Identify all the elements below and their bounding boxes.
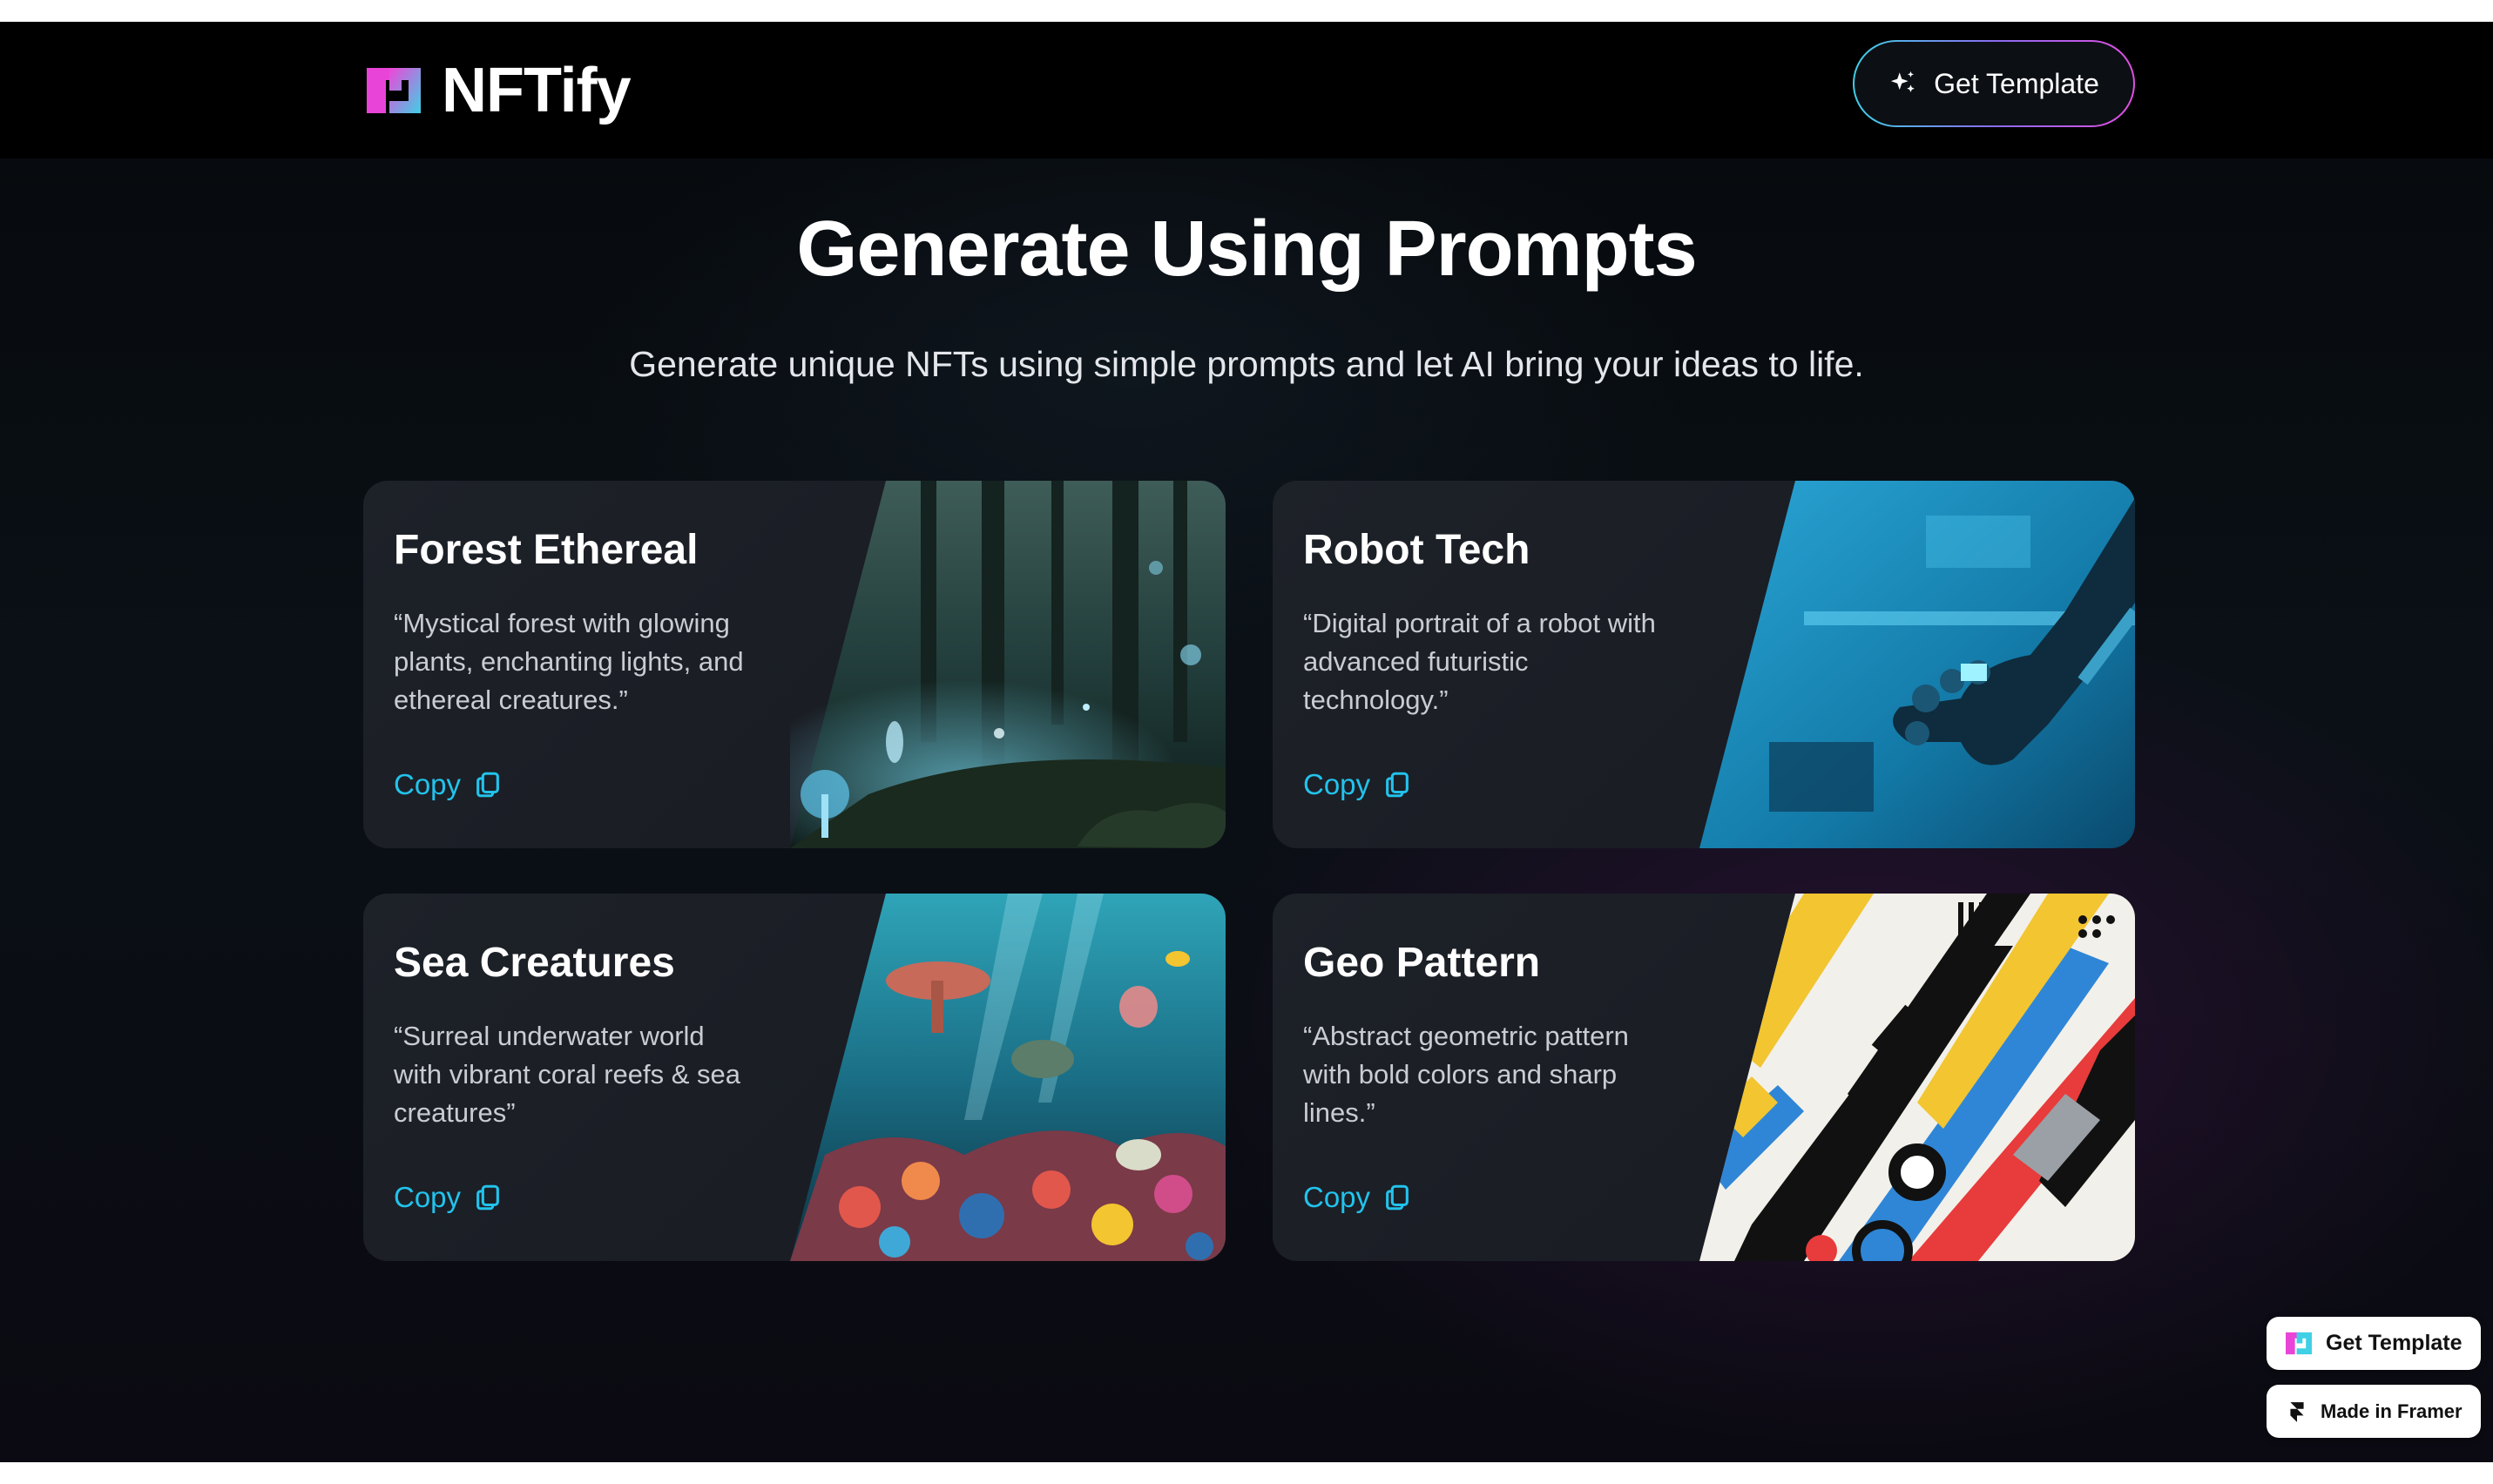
sea-artwork-image: [790, 894, 1226, 1261]
get-template-badge[interactable]: Get Template: [2267, 1317, 2481, 1370]
copy-button[interactable]: Copy: [394, 768, 503, 801]
copy-button[interactable]: Copy: [394, 1181, 503, 1214]
card-description: “Surreal underwater world with vibrant c…: [394, 1021, 741, 1128]
page: NFTify Get Template Generate Using Promp…: [0, 22, 2493, 1462]
sparkle-icon: [1890, 71, 1915, 92]
nftify-logo-icon: [367, 68, 421, 113]
robot-artwork-image: [1699, 481, 2135, 848]
copy-label: Copy: [394, 1181, 462, 1213]
card-title: Robot Tech: [1303, 527, 1530, 573]
card-description: “Mystical forest with glowing plants, en…: [394, 608, 744, 715]
copy-button[interactable]: Copy: [1303, 1181, 1412, 1214]
card-description: “Abstract geometric pattern with bold co…: [1303, 1021, 1629, 1128]
card-title: Forest Ethereal: [394, 527, 699, 573]
copy-label: Copy: [1303, 768, 1371, 800]
get-template-label: Get Template: [1934, 67, 2099, 99]
made-in-framer-badge[interactable]: Made in Framer: [2267, 1385, 2481, 1438]
copy-icon: [476, 1184, 499, 1211]
prompt-card-robot: Robot Tech “Digital portrait of a robot …: [1273, 481, 2135, 848]
brand-logo[interactable]: NFTify: [363, 53, 632, 128]
geo-pattern-artwork-image: [1699, 894, 2135, 1261]
page-subtitle: Generate unique NFTs using simple prompt…: [629, 344, 1864, 384]
page-title: Generate Using Prompts: [796, 206, 1697, 293]
card-description: “Digital portrait of a robot with advanc…: [1303, 608, 1656, 715]
prompt-card-forest: Forest Ethereal “Mystical forest with gl…: [363, 481, 1226, 848]
copy-icon: [1386, 1184, 1409, 1211]
forest-artwork-image: [790, 481, 1226, 848]
card-title: Sea Creatures: [394, 940, 675, 986]
copy-button[interactable]: Copy: [1303, 768, 1412, 801]
brand-name: NFTify: [442, 56, 632, 125]
navbar: NFTify Get Template: [0, 22, 2493, 159]
framer-logo-icon: [2290, 1401, 2304, 1422]
get-template-badge-label: Get Template: [2326, 1331, 2463, 1355]
prompt-card-sea: Sea Creatures “Surreal underwater world …: [363, 894, 1226, 1261]
get-template-button[interactable]: Get Template: [1853, 40, 2135, 127]
copy-icon: [476, 772, 499, 798]
copy-label: Copy: [394, 768, 462, 800]
copy-icon: [1386, 772, 1409, 798]
prompt-card-geo: Geo Pattern “Abstract geometric pattern …: [1273, 894, 2135, 1261]
made-in-framer-label: Made in Framer: [2321, 1400, 2463, 1422]
nftify-logo-icon: [2286, 1332, 2312, 1355]
copy-label: Copy: [1303, 1181, 1371, 1213]
card-title: Geo Pattern: [1303, 940, 1541, 986]
